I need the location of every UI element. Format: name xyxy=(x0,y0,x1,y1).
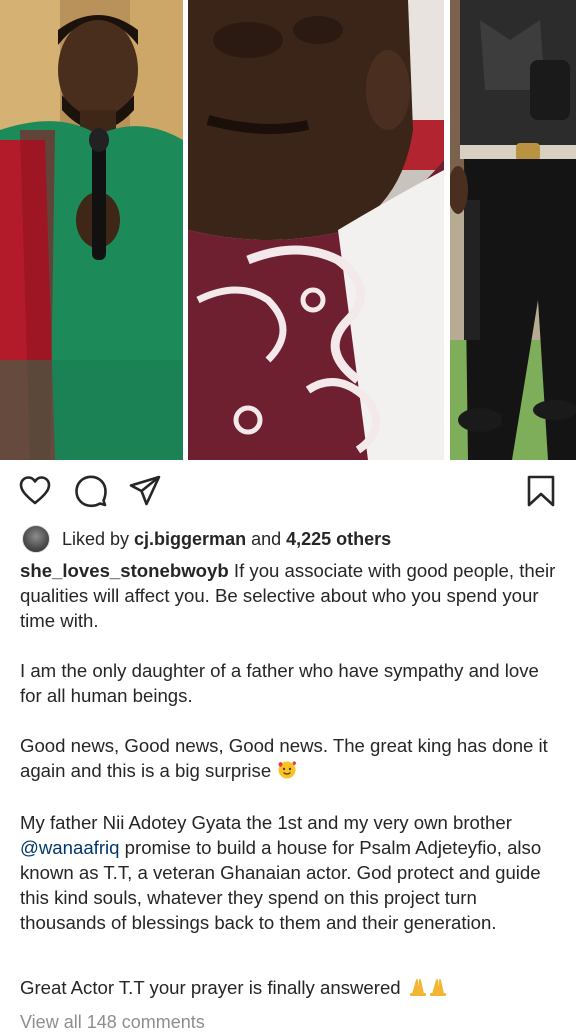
folded-hands-icon xyxy=(406,976,450,1002)
comment-icon xyxy=(75,475,107,508)
photo-older-man-closeup xyxy=(188,0,444,460)
save-button[interactable] xyxy=(524,474,558,508)
avatar[interactable] xyxy=(22,525,50,553)
likes-prefix: Liked by xyxy=(62,528,135,549)
like-button[interactable] xyxy=(18,474,52,508)
send-icon xyxy=(129,475,161,506)
post-image-collage[interactable] xyxy=(0,0,576,460)
caption-paragraph: I am the only daughter of a father who h… xyxy=(20,660,539,706)
caption-paragraph: Great Actor T.T your prayer is finally a… xyxy=(20,975,560,1002)
likes-summary[interactable]: Liked by cj.biggerman and 4,225 others xyxy=(22,524,391,554)
share-button[interactable] xyxy=(128,474,162,508)
bookmark-icon xyxy=(527,475,555,507)
post-caption: she_loves_stonebwoyb If you associate wi… xyxy=(20,558,560,1027)
photo-man-standing xyxy=(450,0,576,460)
likes-conjunction: and xyxy=(246,528,287,549)
liked-by-username[interactable]: cj.biggerman xyxy=(134,529,246,550)
caption-text: Great Actor T.T your prayer is finally a… xyxy=(20,977,401,999)
post-action-bar xyxy=(0,460,576,518)
view-all-comments-link[interactable]: View all 148 comments xyxy=(20,1012,205,1033)
caption-paragraph: she_loves_stonebwoyb If you associate wi… xyxy=(20,558,560,633)
likes-count[interactable]: 4,225 others xyxy=(286,529,391,550)
caption-text: My father Nii Adotey Gyata the 1st and m… xyxy=(20,812,512,834)
caption-paragraph: My father Nii Adotey Gyata the 1st and m… xyxy=(20,810,560,935)
caption-paragraph: Good news, Good news, Good news. The gre… xyxy=(20,733,560,785)
heart-icon xyxy=(19,476,51,505)
comment-button[interactable] xyxy=(74,474,108,508)
mention-link[interactable]: @wanaafriq xyxy=(20,837,120,858)
caption-username[interactable]: she_loves_stonebwoyb xyxy=(20,560,229,581)
photo-man-with-microphone xyxy=(0,0,183,460)
smiling-face-with-hearts-icon xyxy=(276,759,298,785)
